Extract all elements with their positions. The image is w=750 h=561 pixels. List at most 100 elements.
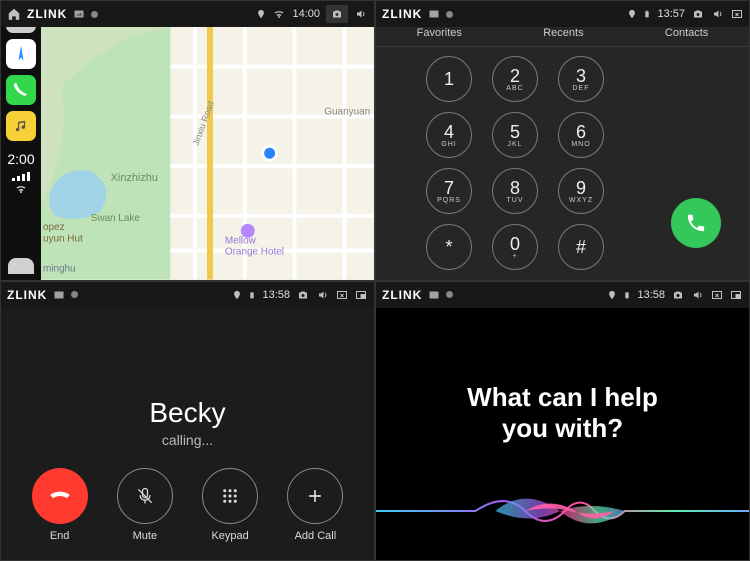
rail-phone-button[interactable] <box>6 75 36 105</box>
camera-icon[interactable] <box>691 8 705 20</box>
key-num: 0 <box>510 235 520 253</box>
statusbar: ZLINK 13:58 <box>376 282 749 308</box>
map-label-guanyuan: Guanyuan <box>324 106 370 117</box>
location-icon <box>232 289 242 301</box>
dot-icon <box>91 11 98 18</box>
location-icon <box>627 8 637 20</box>
close-icon[interactable] <box>336 289 348 301</box>
key-*[interactable]: * <box>426 224 472 270</box>
key-8[interactable]: 8TUV <box>492 168 538 214</box>
key-5[interactable]: 5JKL <box>492 112 538 158</box>
keypad-button[interactable] <box>202 468 258 524</box>
key-sub: TUV <box>507 197 524 204</box>
dot-icon <box>446 11 453 18</box>
clock-text: 14:00 <box>292 8 320 20</box>
key-num: 2 <box>510 67 520 85</box>
key-num: * <box>445 238 452 256</box>
map-svg: Xinzhizhu Swan Lake Jinxiu Road Guanyuan… <box>41 27 374 280</box>
volume-icon[interactable] <box>316 289 330 301</box>
mute-button[interactable] <box>117 468 173 524</box>
rail-music-button[interactable] <box>6 111 36 141</box>
panel-call: ZLINK 13:58 Becky calling... End Mute Ke… <box>0 281 375 561</box>
panel-dialer: ZLINK 13:57 Favorites Recents Contacts 1… <box>375 0 750 281</box>
end-call-button[interactable] <box>32 468 88 524</box>
clock-text: 13:57 <box>657 8 685 20</box>
keypad-icon <box>221 487 239 505</box>
key-sub: DEF <box>573 85 590 92</box>
key-4[interactable]: 4GHI <box>426 112 472 158</box>
call-actions: End Mute Keypad Add Call <box>1 468 374 542</box>
volume-icon[interactable] <box>711 8 725 20</box>
home-icon[interactable] <box>7 7 21 21</box>
map-view[interactable]: Xinzhizhu Swan Lake Jinxiu Road Guanyuan… <box>41 27 374 280</box>
statusbar: ZLINK 14:00 <box>1 1 374 27</box>
dialer-tabs: Favorites Recents Contacts <box>376 27 749 47</box>
map-label-uyun: uyun Hut <box>43 234 83 245</box>
mic-off-icon <box>135 486 155 506</box>
key-3[interactable]: 3DEF <box>558 56 604 102</box>
key-9[interactable]: 9WXYZ <box>558 168 604 214</box>
pip-icon[interactable] <box>729 289 743 301</box>
camera-icon[interactable] <box>296 289 310 301</box>
app-title: ZLINK <box>382 288 422 302</box>
add-call-label: Add Call <box>295 530 337 542</box>
siri-line1: What can I help <box>467 382 658 412</box>
rail-nav-button[interactable] <box>6 39 36 69</box>
tab-recents[interactable]: Recents <box>543 27 583 44</box>
key-num: # <box>576 238 586 256</box>
end-label: End <box>50 530 70 542</box>
mute-label: Mute <box>133 530 157 542</box>
add-call-button[interactable] <box>287 468 343 524</box>
panel-map: ZLINK 14:00 2:00 <box>0 0 375 281</box>
side-info: 2:00 <box>1 151 41 200</box>
tab-contacts[interactable]: Contacts <box>665 27 708 44</box>
key-num: 9 <box>576 179 586 197</box>
siri-waveform <box>376 486 749 536</box>
siri-line2: you with? <box>502 413 623 443</box>
key-num: 4 <box>444 123 454 141</box>
key-2[interactable]: 2ABC <box>492 56 538 102</box>
plus-icon <box>305 486 325 506</box>
camera-icon[interactable] <box>326 5 348 23</box>
picture-icon <box>73 8 85 20</box>
close-icon[interactable] <box>731 8 743 20</box>
key-sub: PQRS <box>437 197 461 204</box>
close-icon[interactable] <box>711 289 723 301</box>
app-rail <box>1 1 41 280</box>
key-#[interactable]: # <box>558 224 604 270</box>
battery-icon <box>643 8 651 20</box>
key-6[interactable]: 6MNO <box>558 112 604 158</box>
volume-icon[interactable] <box>354 8 368 20</box>
key-num: 5 <box>510 123 520 141</box>
statusbar: ZLINK 13:57 <box>376 1 749 27</box>
pip-icon[interactable] <box>354 289 368 301</box>
key-sub: JKL <box>507 141 522 148</box>
camera-icon[interactable] <box>671 289 685 301</box>
battery-icon <box>248 289 256 301</box>
map-label-xinzhizhu: Xinzhizhu <box>111 172 158 184</box>
app-title: ZLINK <box>27 7 67 21</box>
key-num: 3 <box>576 67 586 85</box>
dial-call-button[interactable] <box>671 198 721 248</box>
rail-more-button[interactable] <box>8 258 34 274</box>
clock-text: 13:58 <box>262 289 290 301</box>
key-num: 6 <box>576 123 586 141</box>
location-icon <box>256 8 266 20</box>
statusbar: ZLINK 13:58 <box>1 282 374 308</box>
tab-favorites[interactable]: Favorites <box>417 27 462 44</box>
key-sub: + <box>512 253 517 260</box>
map-label-minghu: minghu <box>43 264 76 275</box>
key-1[interactable]: 1 <box>426 56 472 102</box>
side-wifi-icon <box>13 183 29 195</box>
wifi-icon <box>272 8 286 20</box>
key-0[interactable]: 0+ <box>492 224 538 270</box>
volume-icon[interactable] <box>691 289 705 301</box>
key-7[interactable]: 7PQRS <box>426 168 472 214</box>
dot-icon <box>446 291 453 298</box>
call-status-text: calling... <box>1 432 374 448</box>
phone-down-icon <box>47 483 73 509</box>
panel-siri: ZLINK 13:58 What can I help you with? <box>375 281 750 561</box>
key-sub: ABC <box>506 85 523 92</box>
dot-icon <box>71 291 78 298</box>
keypad: 1 2ABC 3DEF 4GHI 5JKL 6MNO 7PQRS 8TUV 9WXYZ * 0+ # <box>426 56 612 272</box>
